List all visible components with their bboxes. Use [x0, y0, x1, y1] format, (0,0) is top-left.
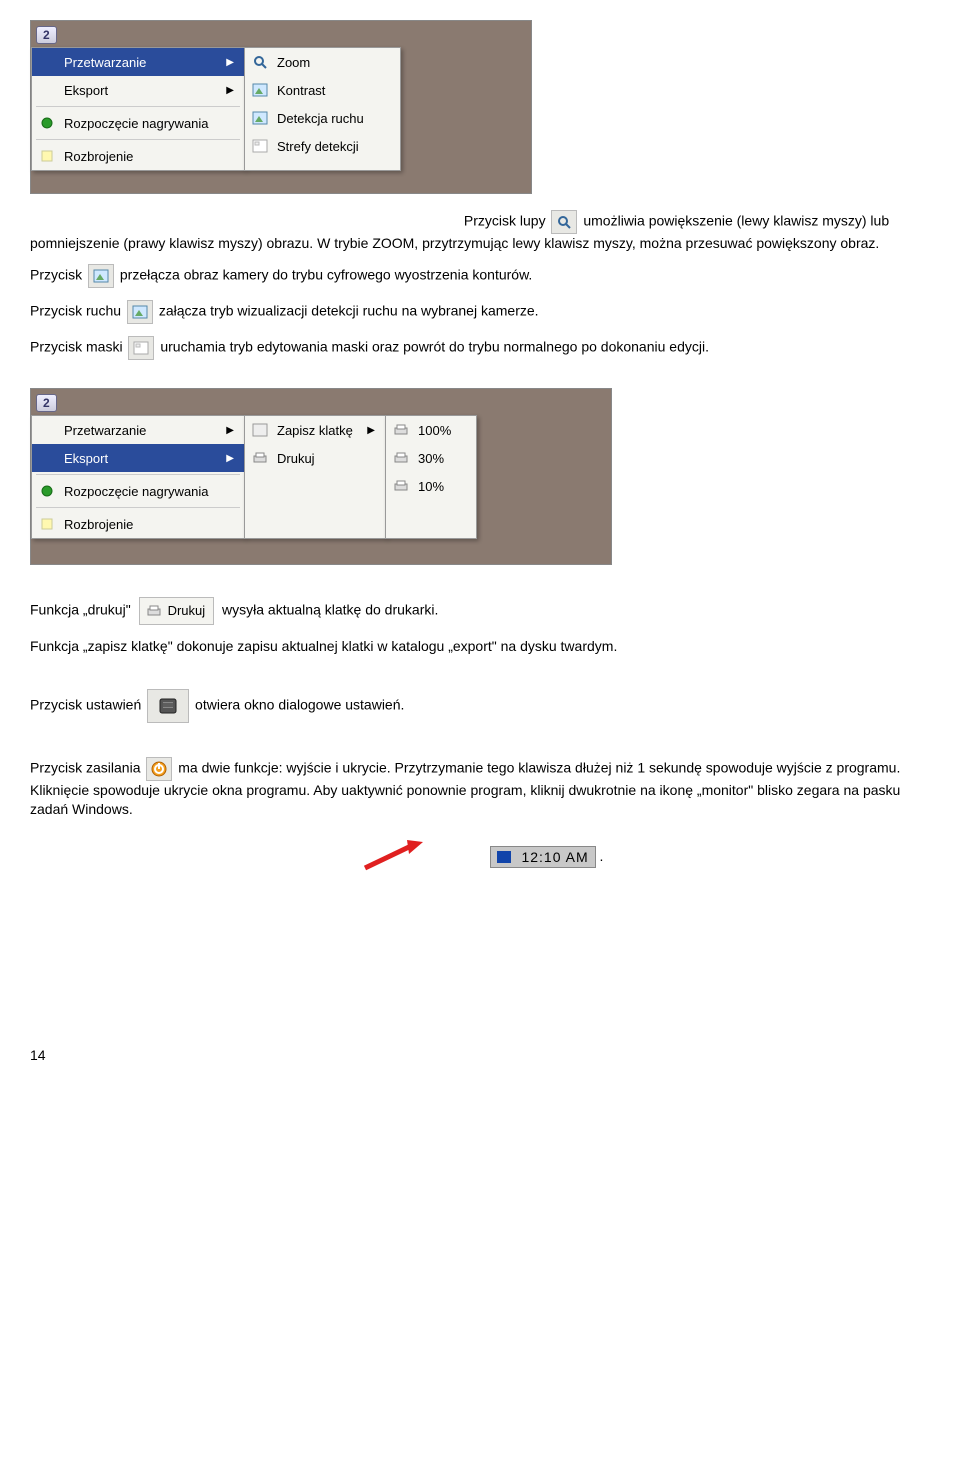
- paragraph-drukuj: Funkcja „drukuj" Drukuj wysyła aktualną …: [30, 597, 930, 625]
- period: .: [600, 848, 604, 864]
- paragraph-ruch: Przycisk ruchu załącza tryb wizualizacji…: [30, 300, 930, 324]
- record-icon: [36, 481, 58, 501]
- power-icon: [146, 757, 172, 781]
- zones-icon: [128, 336, 154, 360]
- menu-item-drukuj[interactable]: Drukuj: [245, 444, 385, 472]
- chevron-right-icon: ▶: [226, 453, 234, 464]
- picture-icon: [249, 108, 271, 128]
- monitor-tray-icon[interactable]: [497, 851, 511, 863]
- tray-illustration: 12:10 AM .: [30, 838, 930, 877]
- square-icon: [36, 146, 58, 166]
- picture-icon: [127, 300, 153, 324]
- menu-item-detekcja-ruchu[interactable]: Detekcja ruchu: [245, 104, 400, 132]
- chevron-right-icon: ▶: [226, 57, 234, 68]
- menu-item-disarm[interactable]: Rozbrojenie: [32, 142, 244, 170]
- paragraph-mask: Przycisk maski uruchamia tryb edytowania…: [30, 336, 930, 360]
- magnifier-icon: [249, 52, 271, 72]
- context-menu-main: Przetwarzanie ▶ Eksport ▶ Rozpoczęcie na…: [31, 415, 245, 539]
- chevron-right-icon: ▶: [367, 425, 375, 436]
- paragraph-kontrast: Przycisk przełącza obraz kamery do trybu…: [30, 264, 930, 288]
- camera-number-badge: 2: [36, 26, 57, 44]
- zones-icon: [249, 136, 271, 156]
- record-icon: [36, 113, 58, 133]
- tray-clock: 12:10 AM: [521, 849, 588, 865]
- menu-item-start-recording[interactable]: Rozpoczęcie nagrywania: [32, 477, 244, 505]
- menu-item-przetwarzanie[interactable]: Przetwarzanie ▶: [32, 48, 244, 76]
- context-submenu-przetwarzanie: Zoom Kontrast Detekcja ruchu Strefy dete…: [244, 47, 401, 171]
- menu-item-zoom[interactable]: Zoom: [245, 48, 400, 76]
- camera-number-badge: 2: [36, 394, 57, 412]
- page-number: 14: [30, 1047, 930, 1063]
- printer-icon: [249, 448, 271, 468]
- red-arrow-icon: [357, 838, 427, 877]
- screenshot-eksport-menu: 2 Przetwarzanie ▶ Eksport ▶ Rozpoczęcie …: [30, 388, 612, 565]
- context-submenu-eksport: Zapisz klatkę ▶ Drukuj: [244, 415, 386, 539]
- picture-icon: [249, 80, 271, 100]
- paragraph-zasilania: Przycisk zasilania ma dwie funkcje: wyjś…: [30, 757, 930, 817]
- square-icon: [36, 514, 58, 534]
- system-tray: 12:10 AM: [490, 846, 595, 868]
- menu-item-eksport[interactable]: Eksport ▶: [32, 76, 244, 104]
- printer-icon: [144, 602, 164, 620]
- context-menu-main: Przetwarzanie ▶ Eksport ▶ Rozpoczęcie na…: [31, 47, 245, 171]
- context-submenu-size: 100% 30% 10%: [385, 415, 477, 539]
- picture-icon: [88, 264, 114, 288]
- paragraph-zapisz-klatke: Funkcja „zapisz klatkę" dokonuje zapisu …: [30, 637, 930, 655]
- menu-item-zapisz-klatke[interactable]: Zapisz klatkę ▶: [245, 416, 385, 444]
- menu-item-30pct[interactable]: 30%: [386, 444, 476, 472]
- paragraph-ustawien: Przycisk ustawień otwiera okno dialogowe…: [30, 689, 930, 723]
- save-frame-icon: [249, 420, 271, 440]
- menu-item-eksport[interactable]: Eksport ▶: [32, 444, 244, 472]
- chevron-right-icon: ▶: [226, 425, 234, 436]
- menu-item-100pct[interactable]: 100%: [386, 416, 476, 444]
- printer-icon: [390, 476, 412, 496]
- printer-icon: [390, 420, 412, 440]
- menu-item-disarm[interactable]: Rozbrojenie: [32, 510, 244, 538]
- menu-item-przetwarzanie[interactable]: Przetwarzanie ▶: [32, 416, 244, 444]
- menu-item-kontrast[interactable]: Kontrast: [245, 76, 400, 104]
- screenshot-przetwarzanie-menu: 2 Przetwarzanie ▶ Eksport ▶ Rozpoczęcie …: [30, 20, 532, 194]
- paragraph-lupy: Przycisk lupy umożliwia powiększenie (le…: [30, 210, 930, 252]
- settings-icon: [147, 689, 189, 723]
- drukuj-button-sample: Drukuj: [139, 597, 215, 625]
- printer-icon: [390, 448, 412, 468]
- menu-item-strefy-detekcji[interactable]: Strefy detekcji: [245, 132, 400, 160]
- menu-item-10pct[interactable]: 10%: [386, 472, 476, 500]
- chevron-right-icon: ▶: [226, 85, 234, 96]
- menu-item-start-recording[interactable]: Rozpoczęcie nagrywania: [32, 109, 244, 137]
- magnifier-icon: [551, 210, 577, 234]
